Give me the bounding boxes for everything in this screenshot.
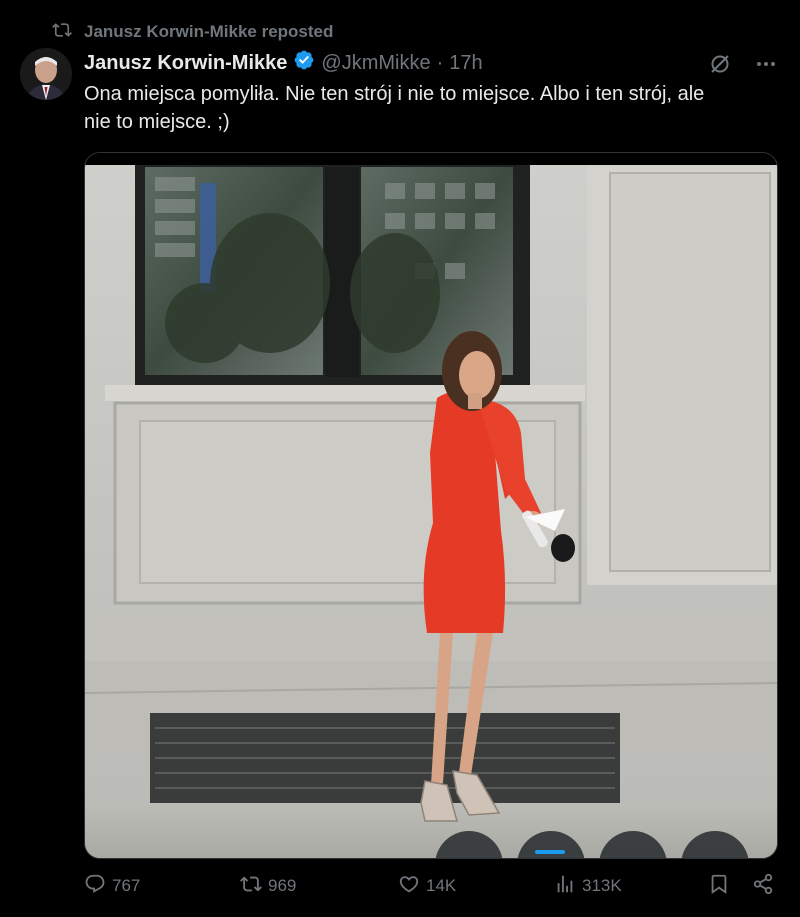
repost-icon bbox=[240, 873, 262, 900]
timestamp[interactable]: 17h bbox=[449, 52, 482, 75]
repost-button[interactable]: 969 bbox=[240, 873, 296, 900]
heart-icon bbox=[398, 873, 420, 900]
view-count: 313K bbox=[582, 876, 622, 895]
bookmark-button[interactable] bbox=[708, 873, 730, 900]
grok-icon[interactable] bbox=[708, 52, 732, 81]
views-button[interactable]: 313K bbox=[554, 873, 622, 900]
repost-banner-text: Janusz Korwin-Mikke reposted bbox=[84, 22, 334, 41]
reply-button[interactable]: 767 bbox=[84, 873, 140, 900]
reply-count: 767 bbox=[112, 876, 141, 895]
repost-count: 969 bbox=[268, 876, 297, 895]
avatar[interactable] bbox=[20, 48, 72, 100]
like-button[interactable]: 14K bbox=[398, 873, 456, 900]
action-bar: 767 969 14K 313K bbox=[84, 866, 776, 906]
more-options-icon[interactable] bbox=[754, 52, 778, 81]
repost-banner[interactable]: Janusz Korwin-Mikke reposted bbox=[52, 18, 333, 46]
handle[interactable]: @JkmMikke bbox=[321, 52, 430, 75]
like-count: 14K bbox=[426, 876, 457, 895]
video-player[interactable] bbox=[84, 152, 778, 859]
repost-icon bbox=[52, 20, 72, 45]
header-actions bbox=[708, 52, 778, 81]
display-name[interactable]: Janusz Korwin-Mikke bbox=[84, 52, 287, 75]
separator-dot: · bbox=[436, 51, 444, 74]
verified-badge-icon bbox=[287, 49, 321, 77]
reply-icon bbox=[84, 873, 106, 900]
bookmark-icon bbox=[708, 873, 730, 900]
video-frame bbox=[85, 153, 777, 858]
tweet-text: Ona miejsca pomyliła. Nie ten strój i ni… bbox=[84, 83, 705, 133]
tweet-header: Janusz Korwin-Mikke @JkmMikke · 17h bbox=[84, 48, 780, 78]
share-button[interactable] bbox=[752, 873, 774, 900]
share-icon bbox=[752, 873, 774, 900]
bar-chart-icon bbox=[554, 873, 576, 900]
